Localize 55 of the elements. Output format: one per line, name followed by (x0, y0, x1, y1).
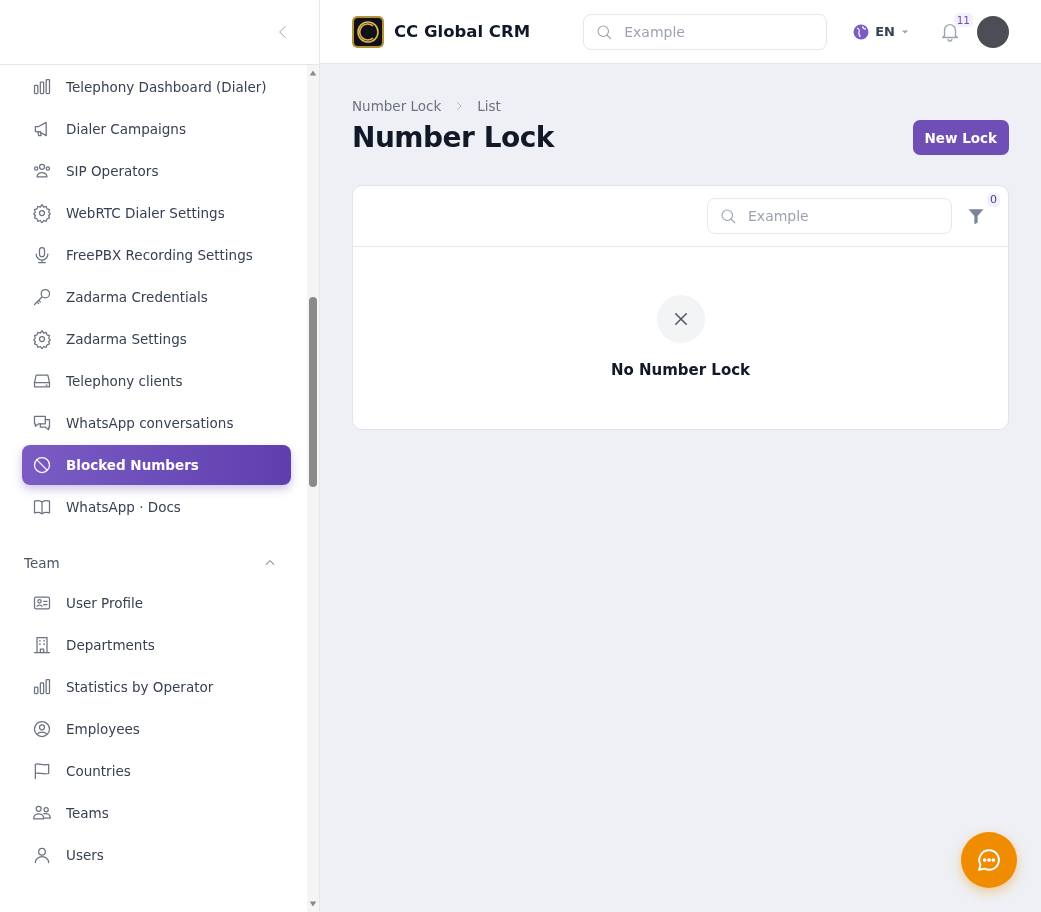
sidebar-item[interactable]: Statistics by Operator (22, 667, 291, 707)
building-icon (32, 635, 52, 655)
page-title: Number Lock (352, 121, 554, 154)
sidebar-item[interactable]: Dialer Campaigns (22, 109, 291, 149)
chat-icon (976, 847, 1002, 873)
breadcrumb-item[interactable]: Number Lock (352, 98, 442, 114)
sidebar-item[interactable]: WhatsApp conversations (22, 403, 291, 443)
bar-chart-icon (32, 77, 52, 97)
sidebar-item[interactable]: Teams (22, 793, 291, 833)
sidebar-item[interactable]: Countries (22, 751, 291, 791)
notification-count: 11 (953, 12, 973, 27)
chat-button[interactable] (961, 832, 1017, 888)
avatar[interactable] (977, 15, 1009, 48)
user-icon (32, 845, 52, 865)
chat-bubbles-icon (32, 413, 52, 433)
scroll-down-icon[interactable] (309, 900, 317, 908)
caret-icon (901, 27, 909, 36)
settings-icon (32, 329, 52, 349)
sidebar-item[interactable]: Employees (22, 709, 291, 749)
scrollbar-thumb[interactable] (309, 297, 317, 487)
blocked-icon (32, 455, 52, 475)
sidebar-item[interactable]: WhatsApp · Docs (22, 487, 291, 527)
filter-icon[interactable] (966, 206, 986, 226)
empty-icon (656, 295, 705, 343)
sidebar-item[interactable]: Blocked Numbers (22, 445, 291, 485)
sidebar-item[interactable]: Telephony Dashboard (Dialer) (22, 67, 291, 107)
sidebar-item[interactable]: Departments (22, 625, 291, 665)
empty-message: No Number Lock (610, 361, 751, 379)
logo-icon (352, 15, 384, 48)
globe-icon (853, 23, 870, 40)
search-icon (719, 207, 737, 225)
new-lock-button[interactable]: New Lock (912, 120, 1009, 155)
sidebar-item[interactable]: WebRTC Dialer Settings (22, 193, 291, 233)
sidebar-item[interactable]: SIP Operators (22, 151, 291, 191)
sidebar-item[interactable]: FreePBX Recording Settings (22, 235, 291, 275)
breadcrumb-item: List (477, 98, 501, 114)
user-circle-icon (32, 719, 52, 739)
flag-icon (32, 761, 52, 781)
settings-icon (32, 203, 52, 223)
key-icon (32, 287, 52, 307)
search-field[interactable]: Example (707, 198, 952, 234)
book-icon (32, 497, 52, 517)
search-icon (595, 22, 614, 41)
section-title: Team (24, 555, 60, 571)
scroll-up-icon[interactable] (309, 69, 317, 77)
sidebar-item[interactable]: Telephony clients (22, 361, 291, 401)
filter-count: 0 (987, 193, 1000, 207)
sidebar-item[interactable]: Zadarma Credentials (22, 277, 291, 317)
language-selector[interactable]: EN (853, 23, 909, 40)
bar-chart-icon (32, 677, 52, 697)
sidebar-item[interactable]: Zadarma Settings (22, 319, 291, 359)
search-field[interactable]: Example (583, 13, 828, 50)
sidebar-item[interactable]: Users (22, 835, 291, 875)
sidebar-item[interactable]: User Profile (22, 583, 291, 623)
brand-name: CC Global CRM (394, 22, 531, 41)
